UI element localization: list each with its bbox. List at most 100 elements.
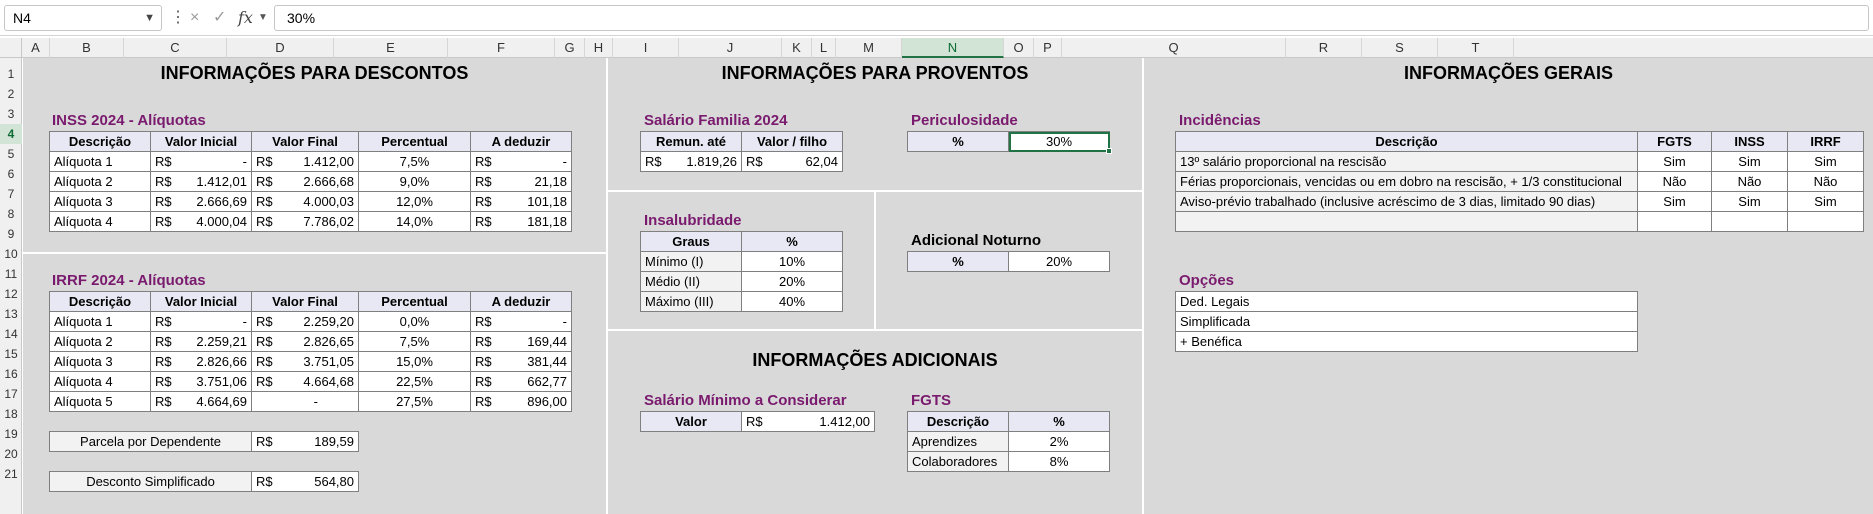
desc-cell[interactable]: Alíquota 2 xyxy=(49,171,151,192)
desc-cell[interactable]: Alíquota 1 xyxy=(49,311,151,332)
column-header-d[interactable]: D xyxy=(227,38,334,58)
row-header-15[interactable]: 15 xyxy=(0,344,22,364)
col-header[interactable]: Valor Final xyxy=(251,131,359,152)
percentual-cell[interactable]: 9,0% xyxy=(358,171,471,192)
row-header-5[interactable]: 5 xyxy=(0,144,22,164)
row-header-19[interactable]: 19 xyxy=(0,424,22,444)
deduzir-cell[interactable]: R$ 662,77 xyxy=(470,371,572,392)
col-header[interactable]: Remun. até xyxy=(640,131,742,152)
incidencia-flag-cell[interactable]: Não xyxy=(1787,171,1864,192)
salario-minimo-value-cell[interactable]: R$ 1.412,00 xyxy=(741,411,875,432)
valor-final-cell[interactable]: R$ 4.664,68 xyxy=(251,371,359,392)
incidencia-flag-cell[interactable]: Não xyxy=(1637,171,1712,192)
incidencia-flag-cell[interactable] xyxy=(1711,211,1788,232)
col-header[interactable]: Descrição xyxy=(49,291,151,312)
more-options-icon[interactable]: ⋮ xyxy=(170,6,186,30)
column-header-n[interactable]: N xyxy=(902,38,1004,58)
valor-final-cell[interactable]: R$ 4.000,03 xyxy=(251,191,359,212)
valor-inicial-cell[interactable]: R$ 2.826,66 xyxy=(150,351,252,372)
label-cell[interactable]: Médio (II) xyxy=(640,271,742,292)
valor-inicial-cell[interactable]: R$ 2.666,69 xyxy=(150,191,252,212)
value-cell[interactable]: 8% xyxy=(1008,451,1110,472)
percentual-cell[interactable]: 27,5% xyxy=(358,391,471,412)
row-header-4[interactable]: 4 xyxy=(0,124,22,144)
incidencia-flag-cell[interactable]: Sim xyxy=(1637,191,1712,212)
col-header[interactable]: Valor Inicial xyxy=(150,131,252,152)
column-header-h[interactable]: H xyxy=(585,38,613,58)
fx-icon[interactable]: fx xyxy=(238,6,253,30)
desc-cell[interactable]: Alíquota 4 xyxy=(49,371,151,392)
row-header-12[interactable]: 12 xyxy=(0,284,22,304)
value-cell[interactable]: 20% xyxy=(741,271,843,292)
column-header-t[interactable]: T xyxy=(1438,38,1514,58)
chevron-down-icon[interactable]: ▼ xyxy=(144,6,155,30)
valor-final-cell[interactable]: R$ 2.259,20 xyxy=(251,311,359,332)
row-header-3[interactable]: 3 xyxy=(0,104,22,124)
column-header-k[interactable]: K xyxy=(782,38,812,58)
remun-cell[interactable]: R$ 1.819,26 xyxy=(640,151,742,172)
col-header[interactable]: Valor Final xyxy=(251,291,359,312)
name-box[interactable]: N4 ▼ xyxy=(4,5,162,31)
select-all-corner[interactable] xyxy=(0,38,22,58)
row-header-1[interactable]: 1 xyxy=(0,64,22,84)
col-header[interactable]: % xyxy=(907,251,1009,272)
periculosidade-value-cell[interactable]: 30% xyxy=(1008,131,1110,152)
col-header[interactable]: % xyxy=(741,231,843,252)
value-cell[interactable]: 10% xyxy=(741,251,843,272)
col-header[interactable]: Descrição xyxy=(1175,131,1638,152)
col-header[interactable]: Valor / filho xyxy=(741,131,843,152)
col-header[interactable]: A deduzir xyxy=(470,131,572,152)
column-header-a[interactable]: A xyxy=(22,38,50,58)
deduzir-cell[interactable]: R$ 381,44 xyxy=(470,351,572,372)
row-header-17[interactable]: 17 xyxy=(0,384,22,404)
col-header[interactable]: INSS xyxy=(1711,131,1788,152)
valor-inicial-cell[interactable]: R$ - xyxy=(150,151,252,172)
cancel-icon[interactable]: × xyxy=(190,6,199,30)
row-header-14[interactable]: 14 xyxy=(0,324,22,344)
valor-inicial-cell[interactable]: R$ 2.259,21 xyxy=(150,331,252,352)
desc-cell[interactable]: Alíquota 5 xyxy=(49,391,151,412)
valor-inicial-cell[interactable]: R$ - xyxy=(150,311,252,332)
row-header-7[interactable]: 7 xyxy=(0,184,22,204)
column-header-b[interactable]: B xyxy=(50,38,124,58)
column-header-c[interactable]: C xyxy=(124,38,227,58)
incidencia-desc-cell[interactable] xyxy=(1175,211,1638,232)
incidencia-desc-cell[interactable]: Férias proporcionais, vencidas ou em dob… xyxy=(1175,171,1638,192)
col-header[interactable]: Percentual xyxy=(358,291,471,312)
row-header-18[interactable]: 18 xyxy=(0,404,22,424)
row-header-10[interactable]: 10 xyxy=(0,244,22,264)
value-cell[interactable]: 40% xyxy=(741,291,843,312)
col-header[interactable]: Percentual xyxy=(358,131,471,152)
column-header-f[interactable]: F xyxy=(448,38,555,58)
valor-filho-cell[interactable]: R$ 62,04 xyxy=(741,151,843,172)
desc-cell[interactable]: Alíquota 2 xyxy=(49,331,151,352)
valor-final-cell[interactable]: - xyxy=(251,391,359,412)
percentual-cell[interactable]: 7,5% xyxy=(358,151,471,172)
desc-cell[interactable]: Alíquota 3 xyxy=(49,191,151,212)
row-header-2[interactable]: 2 xyxy=(0,84,22,104)
valor-final-cell[interactable]: R$ 2.666,68 xyxy=(251,171,359,192)
column-header-m[interactable]: M xyxy=(836,38,902,58)
col-header[interactable]: % xyxy=(1008,411,1110,432)
incidencia-flag-cell[interactable]: Sim xyxy=(1711,191,1788,212)
percentual-cell[interactable]: 14,0% xyxy=(358,211,471,232)
row-header-8[interactable]: 8 xyxy=(0,204,22,224)
valor-final-cell[interactable]: R$ 7.786,02 xyxy=(251,211,359,232)
column-header-p[interactable]: P xyxy=(1034,38,1062,58)
incidencia-flag-cell[interactable] xyxy=(1637,211,1712,232)
opcao-cell[interactable]: Ded. Legais xyxy=(1175,291,1638,312)
row-header-13[interactable]: 13 xyxy=(0,304,22,324)
deduzir-cell[interactable]: R$ 21,18 xyxy=(470,171,572,192)
incidencia-flag-cell[interactable]: Sim xyxy=(1637,151,1712,172)
fill-handle[interactable] xyxy=(1106,148,1112,154)
label-cell[interactable]: Colaboradores xyxy=(907,451,1009,472)
label-cell[interactable]: Máximo (III) xyxy=(640,291,742,312)
label-cell[interactable]: Mínimo (I) xyxy=(640,251,742,272)
column-header-s[interactable]: S xyxy=(1362,38,1438,58)
column-header-g[interactable]: G xyxy=(555,38,585,58)
column-header-l[interactable]: L xyxy=(812,38,836,58)
simplificado-value-cell[interactable]: R$ 564,80 xyxy=(251,471,359,492)
simplificado-label[interactable]: Desconto Simplificado xyxy=(49,471,252,492)
valor-inicial-cell[interactable]: R$ 4.664,69 xyxy=(150,391,252,412)
valor-inicial-cell[interactable]: R$ 4.000,04 xyxy=(150,211,252,232)
